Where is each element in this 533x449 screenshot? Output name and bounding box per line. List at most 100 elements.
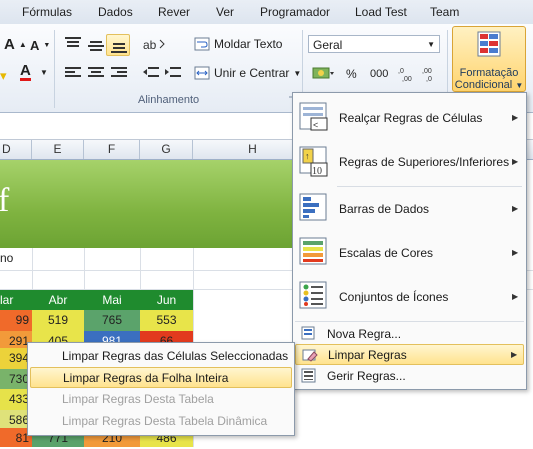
submenu-item-clear-selected[interactable]: Limpar Regras das Células Seleccionadas — [28, 346, 294, 366]
align-top-icon[interactable] — [64, 36, 82, 50]
highlight-cells-icon: < — [299, 102, 328, 131]
banner-text: f — [0, 182, 10, 219]
shrink-font-icon[interactable]: A ▼ — [30, 38, 50, 53]
wrap-text-button[interactable]: Moldar Texto — [194, 37, 282, 51]
decrease-decimal-icon[interactable]: ,00,0 — [422, 66, 440, 82]
alignment-group-label: Alinhamento — [138, 94, 200, 106]
align-bottom-button[interactable] — [106, 34, 130, 56]
align-right-icon[interactable] — [110, 66, 128, 80]
tab-dados[interactable]: Dados — [98, 5, 133, 19]
column-header-f[interactable]: F — [84, 140, 140, 159]
currency-icon[interactable] — [312, 66, 334, 82]
column-header-d[interactable]: D — [0, 140, 32, 159]
submenu-item-label: Limpar Regras da Folha Inteira — [63, 371, 229, 385]
menu-item-top-bottom[interactable]: ↑ 10 Regras de Superiores/Inferiores ▶ — [293, 143, 526, 181]
eraser-icon — [302, 349, 318, 362]
data-cell[interactable]: 99 — [0, 310, 32, 331]
color-scales-icon — [299, 237, 327, 265]
menu-item-clear-rules[interactable]: Limpar Regras ▶ — [295, 344, 524, 365]
tab-team[interactable]: Team — [430, 5, 459, 19]
menu-item-label: Escalas de Cores — [339, 246, 434, 260]
wrap-text-label: Moldar Texto — [214, 37, 283, 51]
data-bars-icon — [299, 193, 327, 221]
svg-text:,00: ,00 — [402, 76, 412, 82]
tab-load-test[interactable]: Load Test — [355, 5, 407, 19]
decrease-indent-icon[interactable] — [142, 66, 160, 80]
grow-font-icon[interactable]: A ▲ — [4, 36, 27, 53]
header-cell-mai[interactable]: Mai — [84, 290, 140, 311]
menu-item-label: Limpar Regras — [328, 348, 407, 362]
submenu-item-clear-pivot: Limpar Regras Desta Tabela Dinâmica — [28, 411, 294, 431]
menu-item-new-rule[interactable]: Nova Regra... — [293, 324, 526, 344]
font-color-icon[interactable]: A — [20, 63, 31, 81]
tab-ver[interactable]: Ver — [216, 5, 234, 19]
thousands-separator-button[interactable]: 000 — [370, 68, 388, 80]
svg-text:↑: ↑ — [305, 151, 310, 161]
data-cell[interactable]: 519 — [32, 310, 84, 331]
svg-text:,00: ,00 — [422, 68, 432, 75]
tab-formulas[interactable]: Fórmulas — [22, 5, 72, 19]
font-color-dropdown-icon[interactable]: ▼ — [40, 68, 48, 77]
submenu-item-label: Limpar Regras das Células Seleccionadas — [62, 349, 289, 363]
conditional-formatting-menu: < Realçar Regras de Células ▶ ↑ 10 Regras… — [292, 92, 527, 390]
menu-item-color-scales[interactable]: Escalas de Cores ▶ — [293, 234, 526, 272]
column-header-e[interactable]: E — [32, 140, 84, 159]
align-left-icon[interactable] — [64, 66, 82, 80]
manage-rules-icon — [301, 368, 316, 383]
align-center-icon[interactable] — [87, 66, 105, 80]
menu-item-label: Regras de Superiores/Inferiores — [339, 155, 510, 169]
merge-center-icon — [194, 66, 210, 80]
menu-item-label: Barras de Dados — [339, 202, 430, 216]
menu-item-label: Realçar Regras de Células — [339, 111, 483, 125]
tab-rever[interactable]: Rever — [158, 5, 190, 19]
orientation-icon[interactable]: ab — [142, 36, 166, 52]
svg-text:,0: ,0 — [398, 68, 404, 75]
title-banner: f — [0, 160, 300, 248]
chevron-right-icon: ▶ — [511, 350, 518, 359]
conditional-formatting-button[interactable]: Formatação Condicional ▼ — [452, 26, 526, 92]
chevron-right-icon: ▶ — [512, 248, 519, 257]
top-bottom-icon: ↑10 — [299, 146, 328, 177]
row-label-cell[interactable]: no — [0, 251, 13, 265]
chevron-right-icon: ▶ — [512, 292, 519, 301]
menu-item-label: Gerir Regras... — [327, 369, 406, 383]
menu-item-data-bars[interactable]: Barras de Dados ▶ — [293, 190, 526, 228]
clear-rules-submenu: Limpar Regras das Células Seleccionadas … — [27, 342, 295, 436]
new-rule-icon — [301, 326, 315, 340]
increase-decimal-icon[interactable]: ,0,00 — [398, 66, 416, 82]
svg-text:10: 10 — [312, 166, 322, 177]
chevron-right-icon: ▶ — [512, 204, 519, 213]
percent-button[interactable]: % — [346, 67, 357, 81]
header-cell-abr[interactable]: Abr — [32, 290, 84, 311]
menu-item-highlight-cells[interactable]: < Realçar Regras de Células ▶ — [293, 99, 526, 137]
wrap-text-icon — [194, 37, 210, 51]
ribbon-tab-bar: Fórmulas Dados Rever Ver Programador Loa… — [0, 0, 533, 25]
chevron-down-icon: ▼ — [515, 81, 524, 90]
conditional-formatting-label-2: Condicional ▼ — [454, 79, 524, 91]
svg-text:ab: ab — [143, 38, 157, 52]
merge-center-label: Unir e Centrar — [214, 66, 290, 80]
menu-item-manage-rules[interactable]: Gerir Regras... — [293, 366, 526, 386]
fill-color-icon[interactable]: ▾ — [0, 68, 7, 84]
submenu-item-clear-sheet[interactable]: Limpar Regras da Folha Inteira — [30, 367, 292, 388]
align-middle-icon[interactable] — [87, 38, 105, 52]
number-format-select[interactable]: Geral ▼ — [308, 35, 440, 53]
data-cell[interactable]: 765 — [84, 310, 140, 331]
menu-item-label: Nova Regra... — [327, 327, 402, 341]
column-header-g[interactable]: G — [140, 140, 193, 159]
header-cell-mar[interactable]: lar — [0, 290, 32, 311]
chevron-right-icon: ▶ — [512, 157, 519, 166]
align-bottom-icon — [111, 43, 127, 53]
chevron-right-icon: ▶ — [512, 113, 519, 122]
submenu-item-label: Limpar Regras Desta Tabela — [62, 392, 214, 406]
menu-item-label: Conjuntos de Ícones — [339, 290, 449, 304]
merge-dropdown-icon[interactable]: ▼ — [293, 69, 301, 78]
merge-center-button[interactable]: Unir e Centrar ▼ — [194, 66, 301, 80]
header-cell-jun[interactable]: Jun — [140, 290, 193, 311]
icon-sets-icon — [299, 281, 327, 309]
submenu-item-label: Limpar Regras Desta Tabela Dinâmica — [62, 414, 268, 428]
increase-indent-icon[interactable] — [164, 66, 182, 80]
data-cell[interactable]: 553 — [140, 310, 193, 331]
tab-programador[interactable]: Programador — [260, 5, 330, 19]
menu-item-icon-sets[interactable]: Conjuntos de Ícones ▶ — [293, 278, 526, 316]
